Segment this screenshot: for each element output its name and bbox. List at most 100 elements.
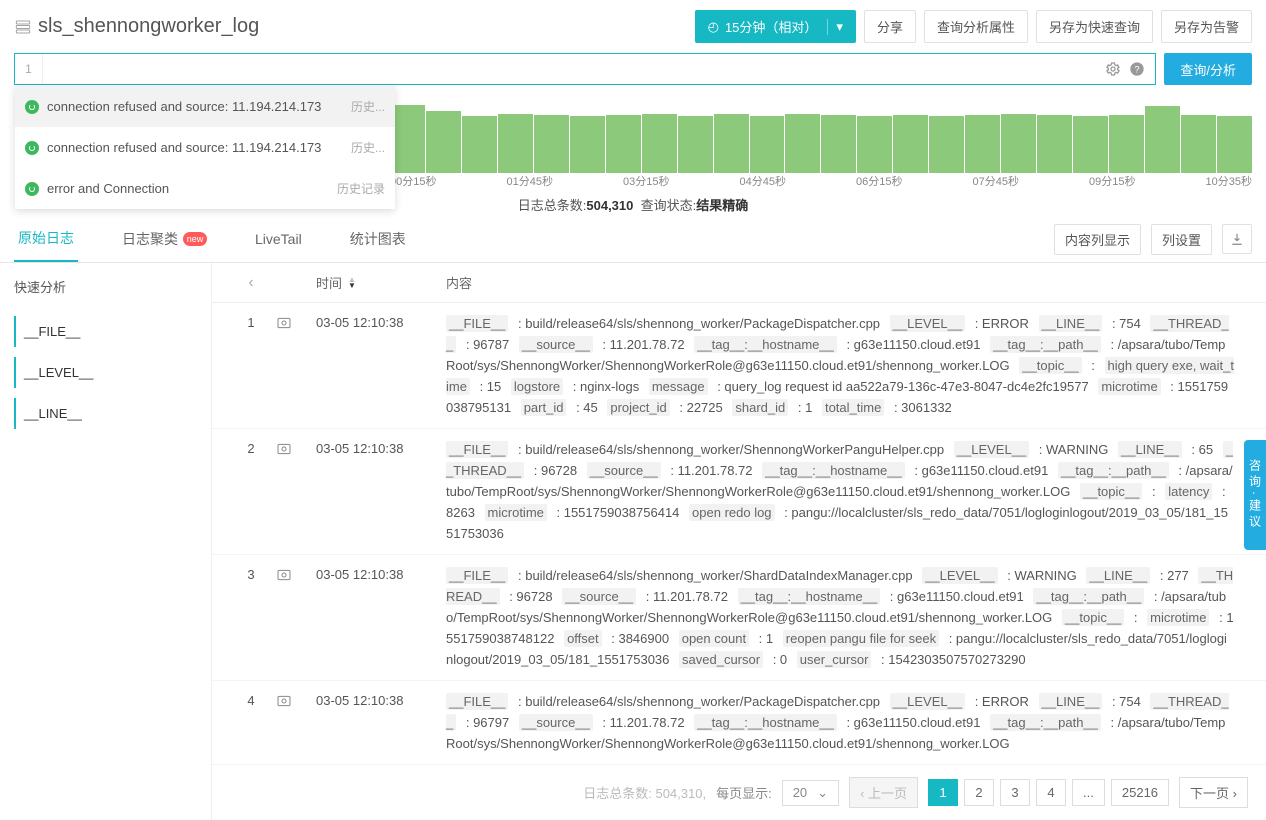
col-time[interactable]: 时间 ▲▼	[316, 273, 446, 292]
tab-chart[interactable]: 统计图表	[346, 217, 410, 261]
chart-bar[interactable]	[606, 115, 641, 173]
suggestion-text: error and Connection	[47, 181, 329, 196]
chart-bar[interactable]	[1037, 115, 1072, 173]
quick-analysis-panel: 快速分析 __FILE__ __LEVEL__ __LINE__	[0, 263, 212, 820]
chart-bar[interactable]	[1181, 115, 1216, 173]
row-index: 3	[226, 565, 276, 582]
field-__FILE__[interactable]: __FILE__	[14, 316, 197, 347]
col-settings-button[interactable]: 列设置	[1151, 224, 1212, 255]
row-index: 1	[226, 313, 276, 330]
svg-text:?: ?	[1135, 64, 1140, 74]
row-body: __FILE__ : build/release64/sls/shennong_…	[446, 313, 1252, 418]
chart-bar[interactable]	[857, 116, 892, 173]
row-index: 4	[226, 691, 276, 708]
inspect-icon[interactable]	[276, 313, 316, 334]
suggestion-item[interactable]: connection refused and source: 11.194.21…	[15, 86, 395, 127]
inspect-icon[interactable]	[276, 565, 316, 586]
tab-raw[interactable]: 原始日志	[14, 216, 78, 262]
chart-bar[interactable]	[390, 105, 425, 173]
table-row: 1 03-05 12:10:38__FILE__ : build/release6…	[212, 303, 1266, 429]
chart-bar[interactable]	[534, 115, 569, 173]
pagesize-select[interactable]: 20⌄	[782, 780, 839, 806]
chevron-down-icon: ▾	[827, 19, 843, 35]
pager-info: 日志总条数: 504,310,	[583, 783, 706, 802]
chevron-down-icon: ⌄	[817, 785, 828, 801]
collapse-toggle[interactable]: ‹	[226, 274, 276, 292]
row-index: 2	[226, 439, 276, 456]
suggestion-tag: 历史...	[351, 139, 385, 156]
suggestion-item[interactable]: connection refused and source: 11.194.21…	[15, 127, 395, 168]
save-query-button[interactable]: 另存为快速查询	[1036, 10, 1153, 43]
tab-livetail[interactable]: LiveTail	[251, 219, 306, 259]
clock-icon: ◴	[708, 19, 719, 35]
chart-bar[interactable]	[785, 114, 820, 174]
quick-analysis-title: 快速分析	[14, 273, 197, 306]
feedback-tab[interactable]: 咨询·建议	[1244, 440, 1266, 550]
page-...[interactable]: ...	[1072, 779, 1105, 806]
share-button[interactable]: 分享	[864, 10, 916, 43]
timerange-button[interactable]: ◴ 15分钟（相对） ▾	[695, 10, 856, 43]
inspect-icon[interactable]	[276, 691, 316, 712]
search-button[interactable]: 查询/分析	[1164, 53, 1252, 85]
table-row: 303-05 12:10:38__FILE__ : build/release6…	[212, 555, 1266, 681]
query-props-button[interactable]: 查询分析属性	[924, 10, 1028, 43]
page-title: sls_shennongworker_log	[14, 15, 259, 38]
logstore-icon	[14, 18, 32, 36]
download-icon[interactable]	[1222, 224, 1252, 254]
chart-bar[interactable]	[570, 116, 605, 173]
help-icon[interactable]: ?	[1129, 61, 1145, 77]
chart-bar[interactable]	[1145, 106, 1180, 173]
history-icon	[25, 100, 39, 114]
page-2[interactable]: 2	[964, 779, 994, 806]
chart-bar[interactable]	[1217, 116, 1252, 173]
row-time: 03-05 12:10:38	[316, 565, 446, 582]
page-1[interactable]: 1	[928, 779, 958, 806]
title-text: sls_shennongworker_log	[38, 15, 259, 38]
pager: 日志总条数: 504,310, 每页显示: 20⌄ ‹ 上一页 1234...2…	[212, 765, 1266, 820]
prev-page[interactable]: ‹ 上一页	[849, 777, 918, 808]
row-time: 03-05 12:10:38	[316, 313, 446, 330]
field-__LEVEL__[interactable]: __LEVEL__	[14, 357, 197, 388]
col-body: 内容	[446, 273, 1252, 292]
save-alert-button[interactable]: 另存为告警	[1161, 10, 1252, 43]
suggestion-text: connection refused and source: 11.194.21…	[47, 140, 343, 155]
chart-bar[interactable]	[426, 111, 461, 173]
chart-bar[interactable]	[642, 114, 677, 174]
suggestions-dropdown: connection refused and source: 11.194.21…	[15, 86, 395, 209]
gear-icon[interactable]	[1105, 61, 1121, 77]
pager-perpage-label: 每页显示:	[716, 783, 772, 802]
chart-bar[interactable]	[462, 116, 497, 173]
page-3[interactable]: 3	[1000, 779, 1030, 806]
inspect-icon[interactable]	[276, 439, 316, 460]
chart-bar[interactable]	[1109, 115, 1144, 173]
table-row: 203-05 12:10:38__FILE__ : build/release6…	[212, 429, 1266, 555]
chart-bar[interactable]	[1073, 116, 1108, 173]
table-header: ‹ 时间 ▲▼ 内容	[212, 263, 1266, 303]
next-page[interactable]: 下一页 ›	[1179, 777, 1248, 808]
new-badge: new	[183, 232, 207, 246]
suggestion-item[interactable]: error and Connection 历史记录	[15, 168, 395, 209]
history-icon	[25, 141, 39, 155]
chart-bar[interactable]	[821, 115, 856, 173]
row-time: 03-05 12:10:38	[316, 691, 446, 708]
page-4[interactable]: 4	[1036, 779, 1066, 806]
chart-bar[interactable]	[893, 115, 928, 173]
timerange-label: 15分钟（相对）	[725, 17, 817, 36]
suggestion-text: connection refused and source: 11.194.21…	[47, 99, 343, 114]
chart-bar[interactable]	[1001, 114, 1036, 174]
chart-bar[interactable]	[678, 116, 713, 173]
chart-bar[interactable]	[965, 115, 1000, 173]
chart-bar[interactable]	[498, 114, 533, 174]
search-box[interactable]: 1 ? connection refused and source: 11.19…	[14, 53, 1156, 85]
chart-bar[interactable]	[750, 116, 785, 173]
table-row: 403-05 12:10:38__FILE__ : build/release6…	[212, 681, 1266, 765]
search-input[interactable]	[43, 54, 1095, 84]
suggestion-tag: 历史记录	[337, 180, 385, 197]
chart-bar[interactable]	[714, 114, 749, 174]
content-cols-button[interactable]: 内容列显示	[1054, 224, 1141, 255]
page-25216[interactable]: 25216	[1111, 779, 1169, 806]
tab-cluster[interactable]: 日志聚类new	[118, 217, 211, 261]
chart-bar[interactable]	[929, 116, 964, 173]
field-__LINE__[interactable]: __LINE__	[14, 398, 197, 429]
row-time: 03-05 12:10:38	[316, 439, 446, 456]
